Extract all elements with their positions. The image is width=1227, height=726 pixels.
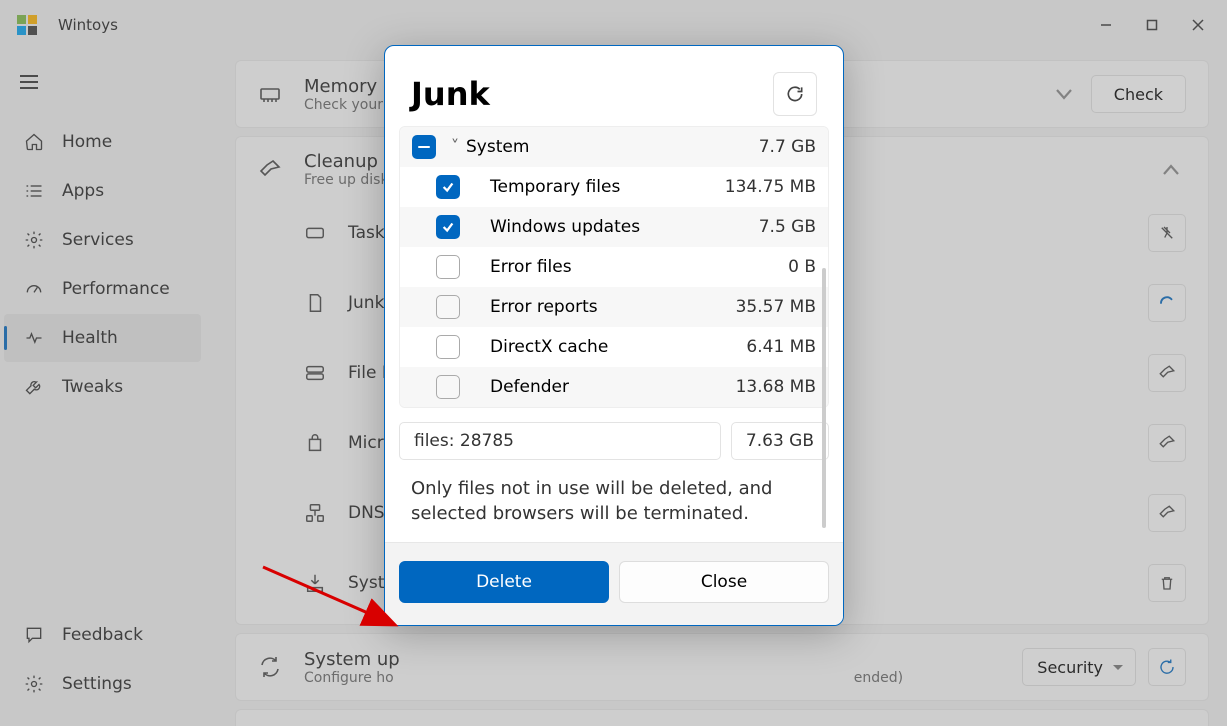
scrollbar[interactable] xyxy=(822,268,826,528)
tree-item[interactable]: Error files 0 B xyxy=(400,247,828,287)
file-count: files: 28785 xyxy=(399,422,721,460)
checkbox[interactable] xyxy=(436,375,460,399)
delete-button[interactable]: Delete xyxy=(399,561,609,603)
tree-item[interactable]: Defender 13.68 MB xyxy=(400,367,828,407)
checkbox[interactable] xyxy=(436,335,460,359)
tree-item[interactable]: Temporary files 134.75 MB xyxy=(400,167,828,207)
chevron-down-icon[interactable]: ˅ xyxy=(444,137,466,157)
tree-item[interactable]: Error reports 35.57 MB xyxy=(400,287,828,327)
junk-dialog: Junk ˅ System 7.7 GB Temporary files 134… xyxy=(384,45,844,626)
checkbox[interactable] xyxy=(436,255,460,279)
checkbox[interactable] xyxy=(436,175,460,199)
total-size: 7.63 GB xyxy=(731,422,829,460)
dialog-title: Junk xyxy=(411,75,490,113)
checkbox[interactable] xyxy=(436,295,460,319)
tree-group-system[interactable]: ˅ System 7.7 GB xyxy=(400,127,828,167)
tree-item[interactable]: DirectX cache 6.41 MB xyxy=(400,327,828,367)
dialog-note: Only files not in use will be deleted, a… xyxy=(385,468,843,542)
checkbox[interactable] xyxy=(436,215,460,239)
junk-tree[interactable]: ˅ System 7.7 GB Temporary files 134.75 M… xyxy=(399,126,829,408)
tree-item[interactable]: Windows updates 7.5 GB xyxy=(400,207,828,247)
checkbox-indeterminate[interactable] xyxy=(412,135,436,159)
refresh-button[interactable] xyxy=(773,72,817,116)
close-button[interactable]: Close xyxy=(619,561,829,603)
